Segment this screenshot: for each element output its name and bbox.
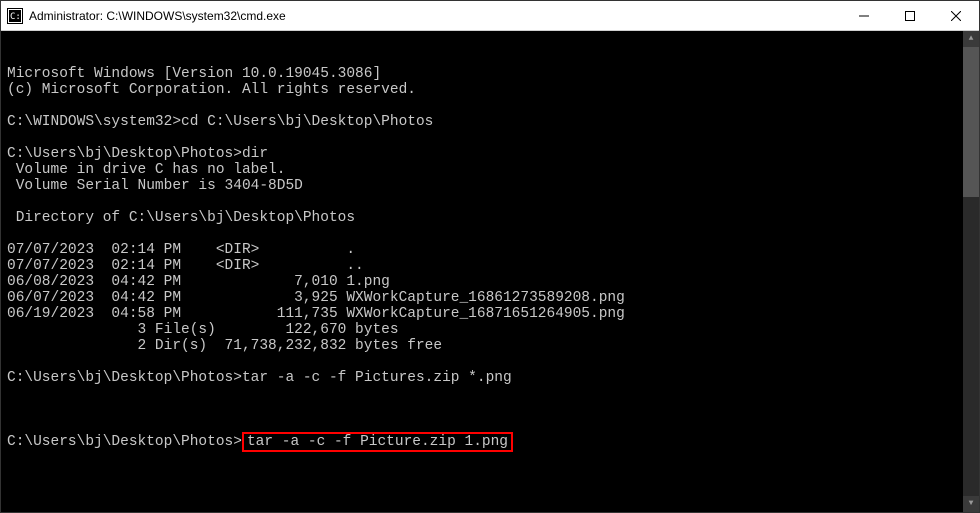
cmd-icon: C: <box>7 8 23 24</box>
scrollbar[interactable]: ▲ ▼ <box>963 31 979 512</box>
minimize-button[interactable] <box>841 1 887 30</box>
terminal-line <box>7 354 973 370</box>
close-button[interactable] <box>933 1 979 30</box>
scrollbar-down-arrow[interactable]: ▼ <box>963 496 979 512</box>
terminal-line: (c) Microsoft Corporation. All rights re… <box>7 82 973 98</box>
window-title: Administrator: C:\WINDOWS\system32\cmd.e… <box>29 9 841 23</box>
prompt-text: C:\Users\bj\Desktop\Photos> <box>7 434 242 450</box>
terminal-line: Volume Serial Number is 3404-8D5D <box>7 178 973 194</box>
terminal-line: C:\WINDOWS\system32>cd C:\Users\bj\Deskt… <box>7 114 973 130</box>
terminal-line <box>7 226 973 242</box>
terminal-line: Volume in drive C has no label. <box>7 162 973 178</box>
terminal-line: 06/19/2023 04:58 PM 111,735 WXWorkCaptur… <box>7 306 973 322</box>
terminal-line: Microsoft Windows [Version 10.0.19045.30… <box>7 66 973 82</box>
terminal-line <box>7 98 973 114</box>
terminal-lines: Microsoft Windows [Version 10.0.19045.30… <box>7 66 973 402</box>
window-controls <box>841 1 979 30</box>
cmd-window: C: Administrator: C:\WINDOWS\system32\cm… <box>0 0 980 513</box>
terminal-line <box>7 386 973 402</box>
terminal-line: 07/07/2023 02:14 PM <DIR> . <box>7 242 973 258</box>
terminal-line: Directory of C:\Users\bj\Desktop\Photos <box>7 210 973 226</box>
svg-text:C:: C: <box>10 12 21 22</box>
terminal-highlighted-line: C:\Users\bj\Desktop\Photos>tar -a -c -f … <box>7 434 973 450</box>
titlebar: C: Administrator: C:\WINDOWS\system32\cm… <box>1 1 979 31</box>
terminal-line: 2 Dir(s) 71,738,232,832 bytes free <box>7 338 973 354</box>
terminal-line <box>7 194 973 210</box>
scrollbar-thumb[interactable] <box>963 47 979 197</box>
terminal-line <box>7 130 973 146</box>
scrollbar-up-arrow[interactable]: ▲ <box>963 31 979 47</box>
highlighted-command: tar -a -c -f Picture.zip 1.png <box>242 432 513 452</box>
maximize-button[interactable] <box>887 1 933 30</box>
terminal-line: C:\Users\bj\Desktop\Photos>dir <box>7 146 973 162</box>
terminal-line: 06/07/2023 04:42 PM 3,925 WXWorkCapture_… <box>7 290 973 306</box>
terminal-line: 3 File(s) 122,670 bytes <box>7 322 973 338</box>
terminal-blank-line <box>7 482 973 498</box>
terminal-line: 06/08/2023 04:42 PM 7,010 1.png <box>7 274 973 290</box>
terminal-line: C:\Users\bj\Desktop\Photos>tar -a -c -f … <box>7 370 973 386</box>
terminal-line: 07/07/2023 02:14 PM <DIR> .. <box>7 258 973 274</box>
terminal-output[interactable]: Microsoft Windows [Version 10.0.19045.30… <box>1 31 979 512</box>
